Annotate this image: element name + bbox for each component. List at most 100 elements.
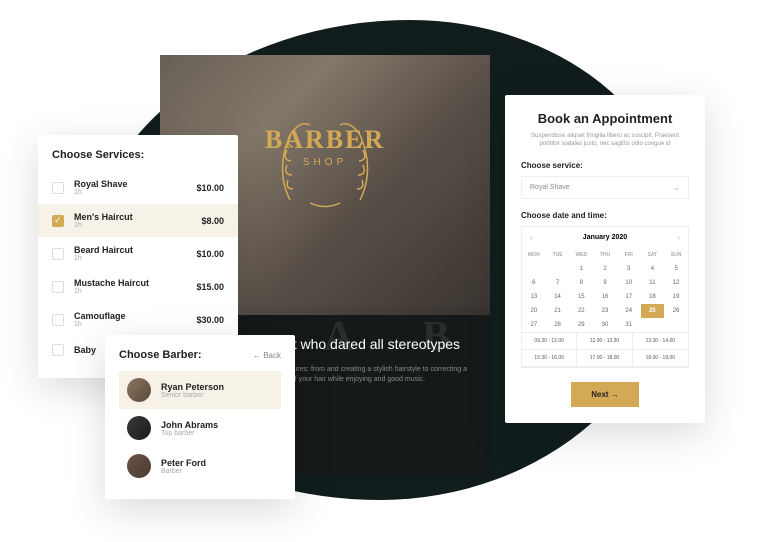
calendar-dow: SUN <box>664 248 688 262</box>
calendar-prev-button[interactable]: ‹ <box>530 233 533 242</box>
service-name: Mustache Haircut <box>74 278 196 288</box>
service-price: $8.00 <box>201 216 224 226</box>
calendar-day[interactable]: 3 <box>617 262 641 276</box>
service-name: Royal Shave <box>74 179 196 189</box>
service-row[interactable]: Camouflage1h$30.00 <box>38 303 238 336</box>
barber-role: Top barber <box>161 430 218 437</box>
time-slot[interactable]: 15.30 - 16.00 <box>522 350 577 367</box>
barber-role: Senior barber <box>161 392 224 399</box>
service-select-value: Royal Shave <box>530 184 570 191</box>
calendar-day[interactable]: 19 <box>664 290 688 304</box>
avatar <box>127 378 151 402</box>
service-price: $10.00 <box>196 183 224 193</box>
calendar-day[interactable]: 9 <box>593 276 617 290</box>
service-checkbox[interactable] <box>52 248 64 260</box>
service-row[interactable]: Royal Shave1h$10.00 <box>38 171 238 204</box>
calendar-day[interactable]: 21 <box>546 304 570 318</box>
calendar-day-blank <box>546 262 570 276</box>
service-checkbox[interactable] <box>52 344 64 356</box>
calendar-day[interactable]: 11 <box>641 276 665 290</box>
calendar-dow: TUE <box>546 248 570 262</box>
service-select-label: Choose service: <box>521 161 689 170</box>
calendar-day[interactable]: 30 <box>593 318 617 332</box>
calendar-day-blank <box>522 262 546 276</box>
barbers-card: Choose Barber: ← Back Ryan PetersonSenio… <box>105 335 295 499</box>
service-name: Camouflage <box>74 311 196 321</box>
logo-sub: SHOP <box>265 157 385 168</box>
booking-description: Suspendisse aliquet fringilla libero ac … <box>521 132 689 149</box>
calendar-day[interactable]: 18 <box>641 290 665 304</box>
calendar-day[interactable]: 16 <box>593 290 617 304</box>
calendar-day[interactable]: 29 <box>569 318 593 332</box>
service-checkbox[interactable] <box>52 182 64 194</box>
time-slot[interactable]: 12.00 - 13.30 <box>577 333 632 350</box>
service-price: $30.00 <box>196 315 224 325</box>
service-checkbox[interactable] <box>52 281 64 293</box>
time-slot[interactable]: 13.30 - 14.00 <box>633 333 688 350</box>
barber-row[interactable]: Peter FordBarber <box>119 447 281 485</box>
barbers-title: Choose Barber: <box>119 349 202 361</box>
back-button[interactable]: ← Back <box>253 351 281 360</box>
logo-main: BARBER <box>265 125 385 155</box>
service-checkbox[interactable] <box>52 314 64 326</box>
calendar-day[interactable]: 31 <box>617 318 641 332</box>
service-duration: 1h <box>74 288 196 295</box>
calendar-day[interactable]: 27 <box>522 318 546 332</box>
booking-title: Book an Appointment <box>521 111 689 126</box>
barber-name: Ryan Peterson <box>161 382 224 392</box>
calendar-day[interactable]: 12 <box>664 276 688 290</box>
calendar-day[interactable]: 25 <box>641 304 665 318</box>
calendar-day[interactable]: 8 <box>569 276 593 290</box>
service-select[interactable]: Royal Shave ⌄ <box>521 176 689 199</box>
next-button[interactable]: Next → <box>571 382 639 407</box>
service-price: $10.00 <box>196 249 224 259</box>
logo: BARBER SHOP <box>265 125 385 168</box>
service-duration: 1h <box>74 222 201 229</box>
booking-card: Book an Appointment Suspendisse aliquet … <box>505 95 705 423</box>
calendar-day[interactable]: 1 <box>569 262 593 276</box>
calendar-day[interactable]: 7 <box>546 276 570 290</box>
barber-role: Barber <box>161 468 206 475</box>
calendar-dow: THU <box>593 248 617 262</box>
calendar-next-button[interactable]: › <box>677 233 680 242</box>
calendar-day[interactable]: 4 <box>641 262 665 276</box>
calendar-day[interactable]: 17 <box>617 290 641 304</box>
calendar-dow: MON <box>522 248 546 262</box>
datetime-label: Choose date and time: <box>521 211 689 220</box>
calendar-day[interactable]: 10 <box>617 276 641 290</box>
service-row[interactable]: Men's Haircut1h$8.00 <box>38 204 238 237</box>
calendar-dow: SAT <box>641 248 665 262</box>
barber-row[interactable]: John AbramsTop barber <box>119 409 281 447</box>
service-row[interactable]: Beard Haircut1h$10.00 <box>38 237 238 270</box>
service-row[interactable]: Mustache Haircut1h$15.00 <box>38 270 238 303</box>
calendar-day[interactable]: 14 <box>546 290 570 304</box>
calendar: ‹ January 2020 › MONTUEWEDTHUFRISATSUN12… <box>521 226 689 368</box>
barber-row[interactable]: Ryan PetersonSenior barber <box>119 371 281 409</box>
calendar-day[interactable]: 13 <box>522 290 546 304</box>
calendar-day[interactable]: 26 <box>664 304 688 318</box>
service-price: $15.00 <box>196 282 224 292</box>
calendar-day[interactable]: 24 <box>617 304 641 318</box>
calendar-month: January 2020 <box>583 234 627 241</box>
service-name: Men's Haircut <box>74 212 201 222</box>
chevron-down-icon: ⌄ <box>673 183 680 192</box>
calendar-day[interactable]: 15 <box>569 290 593 304</box>
avatar <box>127 454 151 478</box>
time-slot[interactable]: 17.00 - 18.00 <box>577 350 632 367</box>
avatar <box>127 416 151 440</box>
calendar-dow: WED <box>569 248 593 262</box>
service-duration: 1h <box>74 255 196 262</box>
service-duration: 1h <box>74 321 196 328</box>
calendar-day[interactable]: 23 <box>593 304 617 318</box>
service-checkbox[interactable] <box>52 215 64 227</box>
calendar-day[interactable]: 6 <box>522 276 546 290</box>
calendar-day[interactable]: 28 <box>546 318 570 332</box>
service-name: Beard Haircut <box>74 245 196 255</box>
calendar-day[interactable]: 2 <box>593 262 617 276</box>
barber-name: Peter Ford <box>161 458 206 468</box>
time-slot[interactable]: 18.00 - 19.00 <box>633 350 688 367</box>
time-slot[interactable]: 09.30 - 12.00 <box>522 333 577 350</box>
calendar-day[interactable]: 20 <box>522 304 546 318</box>
calendar-day[interactable]: 5 <box>664 262 688 276</box>
calendar-day[interactable]: 22 <box>569 304 593 318</box>
